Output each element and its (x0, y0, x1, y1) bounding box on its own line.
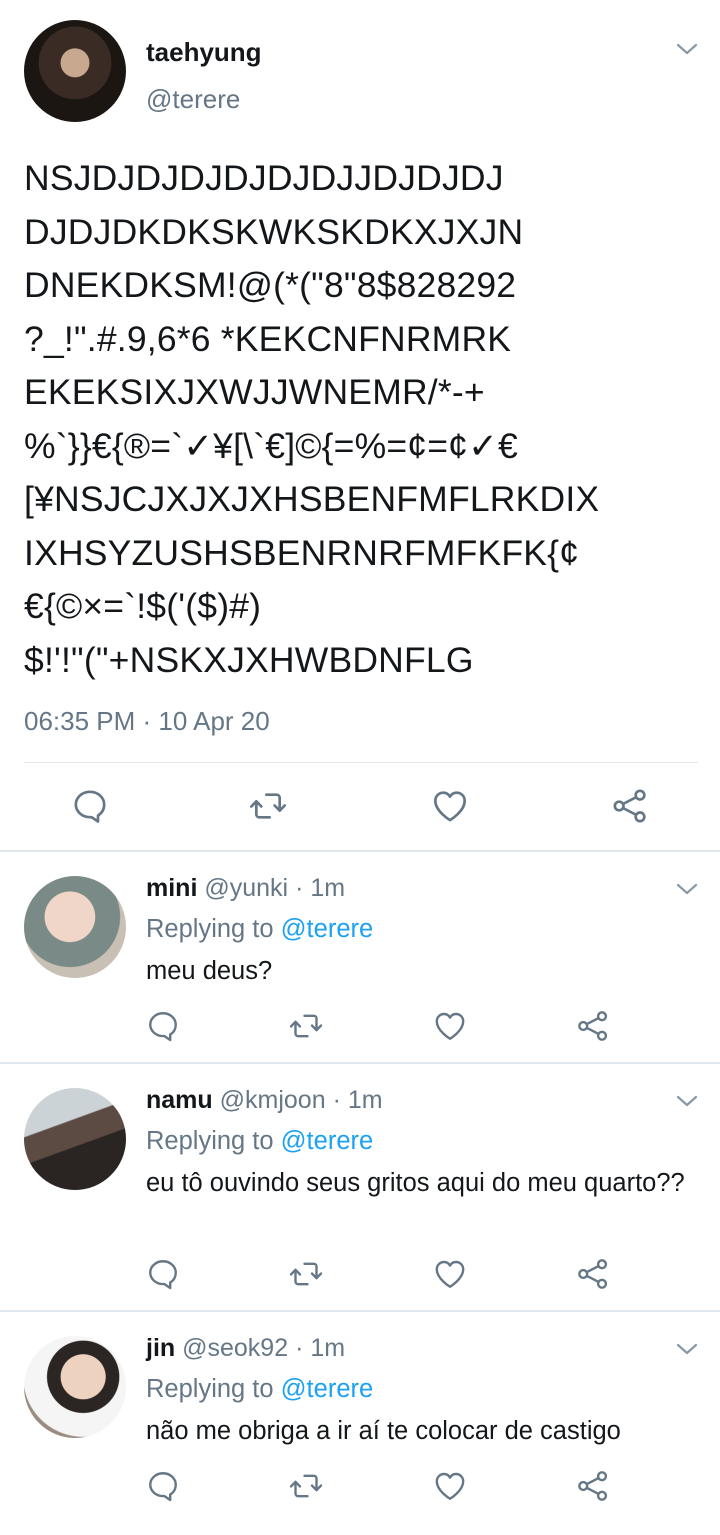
display-name[interactable]: jin (146, 1334, 175, 1362)
heart-icon[interactable] (430, 786, 470, 826)
tweet-line: IXHSYZUSHSBENRNRFMFKFK{¢ (24, 532, 580, 573)
reply-icon[interactable] (145, 1256, 181, 1292)
heart-icon[interactable] (432, 1008, 468, 1044)
reply-icon[interactable] (145, 1008, 181, 1044)
main-tweet: taehyung @terere NSJDJDJDJDJDJDJJDJDJDJ … (0, 0, 720, 852)
reply-time: · 1m (295, 1334, 346, 1362)
reply-icon[interactable] (145, 1468, 181, 1504)
user-handle[interactable]: @seok92 (182, 1334, 288, 1362)
divider (24, 762, 698, 763)
avatar[interactable] (24, 1088, 126, 1190)
tweet-timestamp[interactable]: 06:35 PM · 10 Apr 20 (24, 706, 270, 737)
reply-text: eu tô ouvindo seus gritos aqui do meu qu… (146, 1169, 685, 1197)
retweet-icon[interactable] (288, 1468, 324, 1504)
tweet-line: ?_!".#.9,6*6 *KEKCNFNRMRK (24, 318, 512, 359)
tweet-line: [¥NSJCJXJXJXHSBENFMFLRKDIX (24, 479, 600, 519)
replying-to-label: Replying to (146, 1375, 274, 1403)
reply-header: namu @kmjoon · 1m (146, 1086, 383, 1115)
retweet-icon[interactable] (288, 1256, 324, 1292)
share-icon[interactable] (575, 1468, 611, 1504)
reply-text: não me obriga a ir aí te colocar de cast… (146, 1417, 621, 1445)
share-icon[interactable] (575, 1256, 611, 1292)
tweet-line: EKEKSIXJXWJJWNEMR/*-+ (24, 372, 485, 412)
tweet-line: $!'!"("+NSKXJXHWBDNFLG (24, 639, 474, 680)
chevron-down-icon[interactable] (676, 42, 698, 56)
display-name[interactable]: taehyung (146, 37, 262, 68)
display-name[interactable]: mini (146, 874, 197, 902)
user-handle[interactable]: @yunki (204, 874, 288, 902)
heart-icon[interactable] (432, 1256, 468, 1292)
avatar[interactable] (24, 876, 126, 978)
reply-tweet[interactable]: jin @seok92 · 1m Replying to @terere não… (0, 1312, 720, 1535)
retweet-icon[interactable] (288, 1008, 324, 1044)
retweet-icon[interactable] (248, 786, 288, 826)
user-handle[interactable]: @terere (146, 84, 240, 115)
reply-tweet[interactable]: namu @kmjoon · 1m Replying to @terere eu… (0, 1064, 720, 1310)
reply-header: mini @yunki · 1m (146, 874, 345, 903)
heart-icon[interactable] (432, 1468, 468, 1504)
replying-to: Replying to @terere (146, 1375, 373, 1404)
mention-link[interactable]: @terere (281, 1127, 374, 1155)
tweet-line: %`}}€{®=`✓¥[\`€]©{=%=¢=¢✓€ (24, 425, 519, 466)
tweet-line: DJDJDKDKSKWKSKDKXJXJN (24, 211, 524, 252)
tweet-text: NSJDJDJDJDJDJDJJDJDJDJ DJDJDKDKSKWKSKDKX… (24, 152, 704, 687)
reply-icon[interactable] (70, 786, 110, 826)
reply-text: meu deus? (146, 957, 273, 985)
avatar[interactable] (24, 1336, 126, 1438)
mention-link[interactable]: @terere (281, 1375, 374, 1403)
replying-to-label: Replying to (146, 915, 274, 943)
tweet-line: NSJDJDJDJDJDJDJJDJDJDJ (24, 158, 504, 198)
user-handle[interactable]: @kmjoon (220, 1086, 326, 1114)
chevron-down-icon[interactable] (676, 1342, 698, 1356)
share-icon[interactable] (610, 786, 650, 826)
reply-time: · 1m (332, 1086, 383, 1114)
replying-to: Replying to @terere (146, 1127, 373, 1156)
tweet-line: €{©×=`!$('($)#) (24, 586, 262, 626)
reply-time: · 1m (295, 874, 346, 902)
chevron-down-icon[interactable] (676, 1094, 698, 1108)
avatar[interactable] (24, 20, 126, 122)
tweet-line: DNEKDKSM!@(*("8"8$828292 (24, 265, 517, 305)
replying-to-label: Replying to (146, 1127, 274, 1155)
reply-header: jin @seok92 · 1m (146, 1334, 345, 1363)
share-icon[interactable] (575, 1008, 611, 1044)
display-name[interactable]: namu (146, 1086, 213, 1114)
mention-link[interactable]: @terere (281, 915, 374, 943)
reply-tweet[interactable]: mini @yunki · 1m Replying to @terere meu… (0, 852, 720, 1062)
replying-to: Replying to @terere (146, 915, 373, 944)
chevron-down-icon[interactable] (676, 882, 698, 896)
